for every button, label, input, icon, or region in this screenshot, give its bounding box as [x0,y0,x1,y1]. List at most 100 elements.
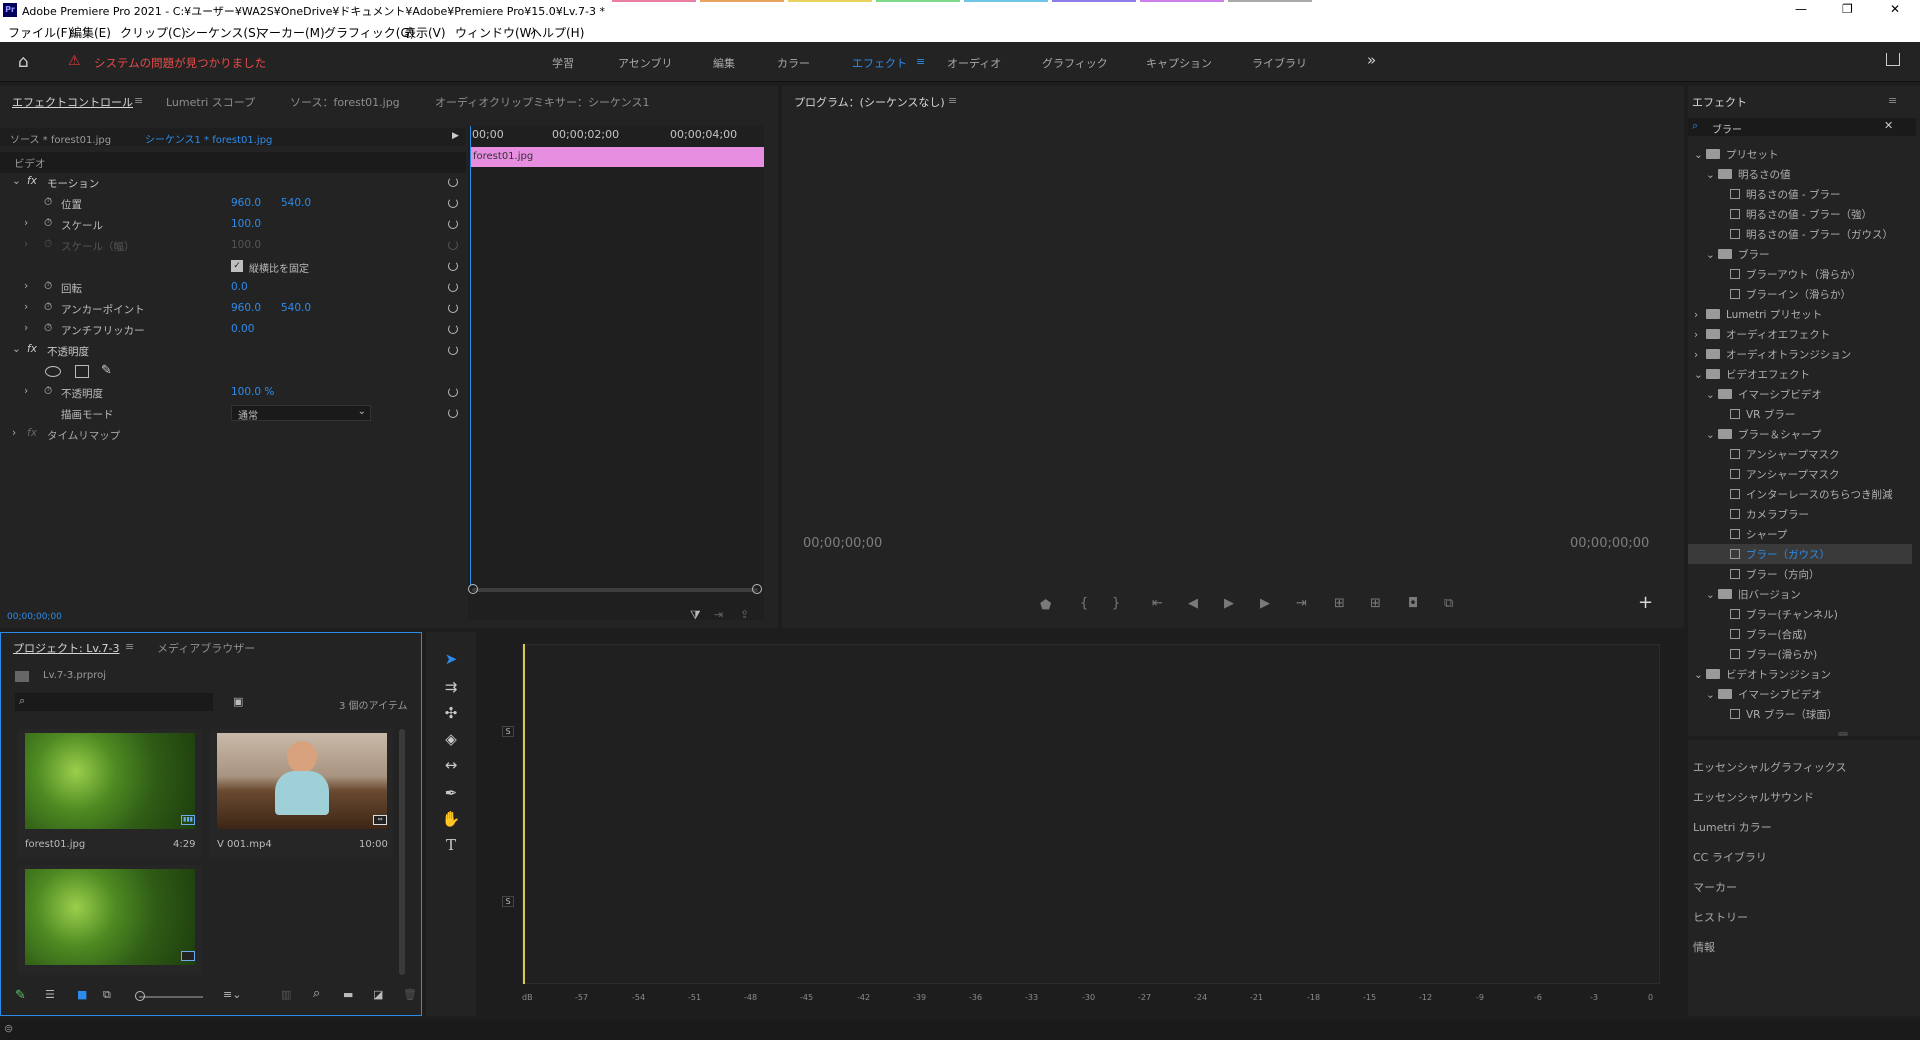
effect-item[interactable]: インターレースのちらつき削減 [1688,484,1912,504]
zoom-slider[interactable] [139,996,203,998]
effect-folder[interactable]: › オーディオエフェクト [1688,324,1912,344]
home-icon[interactable]: ⌂ [18,52,29,72]
step-forward-icon[interactable]: ▶ [1260,596,1270,611]
share-icon[interactable] [1886,53,1900,66]
play-icon[interactable]: ▶ [1224,596,1234,611]
menu-clip[interactable]: クリップ(C) [120,24,186,41]
tab-color[interactable]: カラー [777,55,810,71]
chevron-down-icon[interactable]: ⌄ [12,175,21,187]
clear-search-icon[interactable]: ✕ [1884,119,1893,132]
workspace-menu-icon[interactable]: ≡ [916,55,925,68]
chevron-right-icon[interactable]: › [1694,309,1706,321]
thumbnail-sequence[interactable] [25,869,195,965]
stopwatch-icon[interactable]: ⏱ [44,385,52,398]
type-tool-icon[interactable]: T [438,834,464,856]
track-select-icon[interactable]: ⇉ [438,676,464,698]
pen-mask-icon[interactable]: ✎ [101,363,112,378]
effect-folder[interactable]: ⌄ プリセット [1688,144,1912,164]
project-scrollbar[interactable] [399,729,405,975]
zoom-handle-right[interactable] [752,584,762,594]
chevron-down-icon[interactable]: ⌄ [1706,169,1718,181]
chevron-right-icon[interactable]: › [24,217,28,229]
menu-graphics[interactable]: グラフィック(G) [324,24,414,41]
panel-essential-graphics[interactable]: エッセンシャルグラフィックス [1693,759,1846,775]
pen-tool-icon[interactable]: ✒ [438,782,464,804]
panel-menu-icon[interactable]: ≡ [1888,94,1897,107]
reset-icon[interactable] [448,387,458,397]
project-item[interactable] [17,865,201,975]
effect-item[interactable]: ブラー(合成) [1688,624,1912,644]
project-search-input[interactable]: ⌕ [15,693,213,711]
filter-icon[interactable]: ⧩ [690,608,701,623]
chevron-down-icon[interactable]: ⌄ [1706,249,1718,261]
marker-icon[interactable]: ⬟ [1040,598,1051,613]
menu-sequence[interactable]: シーケンス(S) [184,24,260,41]
reset-icon[interactable] [448,282,458,292]
ellipse-mask-icon[interactable] [45,366,61,377]
chevron-down-icon[interactable]: ⌄ [1694,669,1706,681]
mark-in-icon[interactable]: { [1080,596,1088,611]
mark-out-icon[interactable]: } [1112,596,1120,611]
tab-editing[interactable]: 編集 [713,55,735,71]
chevron-down-icon[interactable]: ⌄ [1706,389,1718,401]
clip-bar[interactable]: forest01.jpg [470,147,764,167]
lift-icon[interactable]: ⊞ [1334,596,1345,611]
zoom-scrollbar[interactable] [472,588,758,592]
pencil-icon[interactable]: ✎ [15,988,26,1003]
close-button[interactable]: ✕ [1890,2,1900,16]
panel-menu-icon[interactable]: ≡ [134,94,143,107]
motion-row[interactable]: ⌄ fx モーション [0,172,466,193]
panel-menu-icon[interactable]: ≡ [948,94,957,107]
chevron-right-icon[interactable]: › [24,301,28,313]
effect-folder[interactable]: ⌄ 旧バージョン [1688,584,1912,604]
tab-audio-clip-mixer[interactable]: オーディオクリップミキサー：シーケンス1 [435,94,649,110]
effect-item[interactable]: ブラー（方向） [1688,564,1912,584]
thumbnail-video[interactable] [217,733,387,829]
add-button[interactable]: + [1638,592,1653,613]
new-custom-bin-icon[interactable]: ▬ [1814,731,1824,736]
effect-item[interactable]: ブラー(チャンネル) [1688,604,1912,624]
chevron-down-icon[interactable]: ⌄ [1694,149,1706,161]
panel-history[interactable]: ヒストリー [1693,909,1748,925]
reset-icon[interactable] [448,261,458,271]
chevron-down-icon[interactable]: ⌄ [1694,369,1706,381]
chevron-down-icon[interactable]: ⌄ [12,343,21,355]
effect-item[interactable]: VR ブラー [1688,404,1912,424]
zoom-slider-handle[interactable] [135,991,145,1001]
list-view-icon[interactable]: ☰ [45,988,55,1001]
solo-button-2[interactable]: S [502,896,514,907]
anchor-y-value[interactable]: 540.0 [281,302,311,314]
chevron-down-icon[interactable]: ⌄ [1706,429,1718,441]
slip-icon[interactable]: ↔ [438,754,464,776]
effect-folder[interactable]: ⌄ ブラー [1688,244,1912,264]
panel-cc-libraries[interactable]: CC ライブラリ [1693,849,1767,865]
effects-title[interactable]: エフェクト [1692,94,1747,110]
playhead[interactable] [470,126,471,586]
effect-folder[interactable]: ⌄ ビデオトランジション [1688,664,1912,684]
tab-media-browser[interactable]: メディアブラウザー [157,640,255,656]
effect-item[interactable]: VR ブラー（球面） [1688,704,1912,724]
position-y-value[interactable]: 540.0 [281,197,311,209]
chevron-down-icon[interactable]: ⌄ [1706,689,1718,701]
more-workspaces-icon[interactable]: » [1367,51,1376,69]
solo-button-1[interactable]: S [502,726,514,737]
go-to-in-icon[interactable]: ⇤ [1152,596,1163,611]
new-item-icon[interactable]: ◪ [373,988,383,1001]
sort-icon[interactable]: ≡⌄ [223,988,241,1001]
step-back-icon[interactable]: ◀ [1188,596,1198,611]
reset-icon[interactable] [448,303,458,313]
effect-folder[interactable]: ⌄ ブラー＆シャープ [1688,424,1912,444]
project-item[interactable]: ⇔ V 001.mp4 10:00 [209,729,393,859]
icon-view-icon[interactable]: ■ [77,988,87,1001]
tab-source[interactable]: ソース：forest01.jpg [290,94,400,110]
tab-assembly[interactable]: アセンブリ [618,55,672,71]
chevron-down-icon[interactable]: ⌄ [1706,589,1718,601]
reset-icon[interactable] [448,408,458,418]
effect-item[interactable]: ブラーアウト（滑らか） [1688,264,1912,284]
rotation-value[interactable]: 0.0 [231,281,248,293]
menu-file[interactable]: ファイル(F) [8,24,72,41]
opacity-value[interactable]: 100.0 % [231,386,274,398]
effect-item[interactable]: 明るさの値 - ブラー（ガウス） [1688,224,1912,244]
camera-icon[interactable]: ◘ [1408,596,1418,611]
effect-item[interactable]: ブラー(滑らか) [1688,644,1912,664]
